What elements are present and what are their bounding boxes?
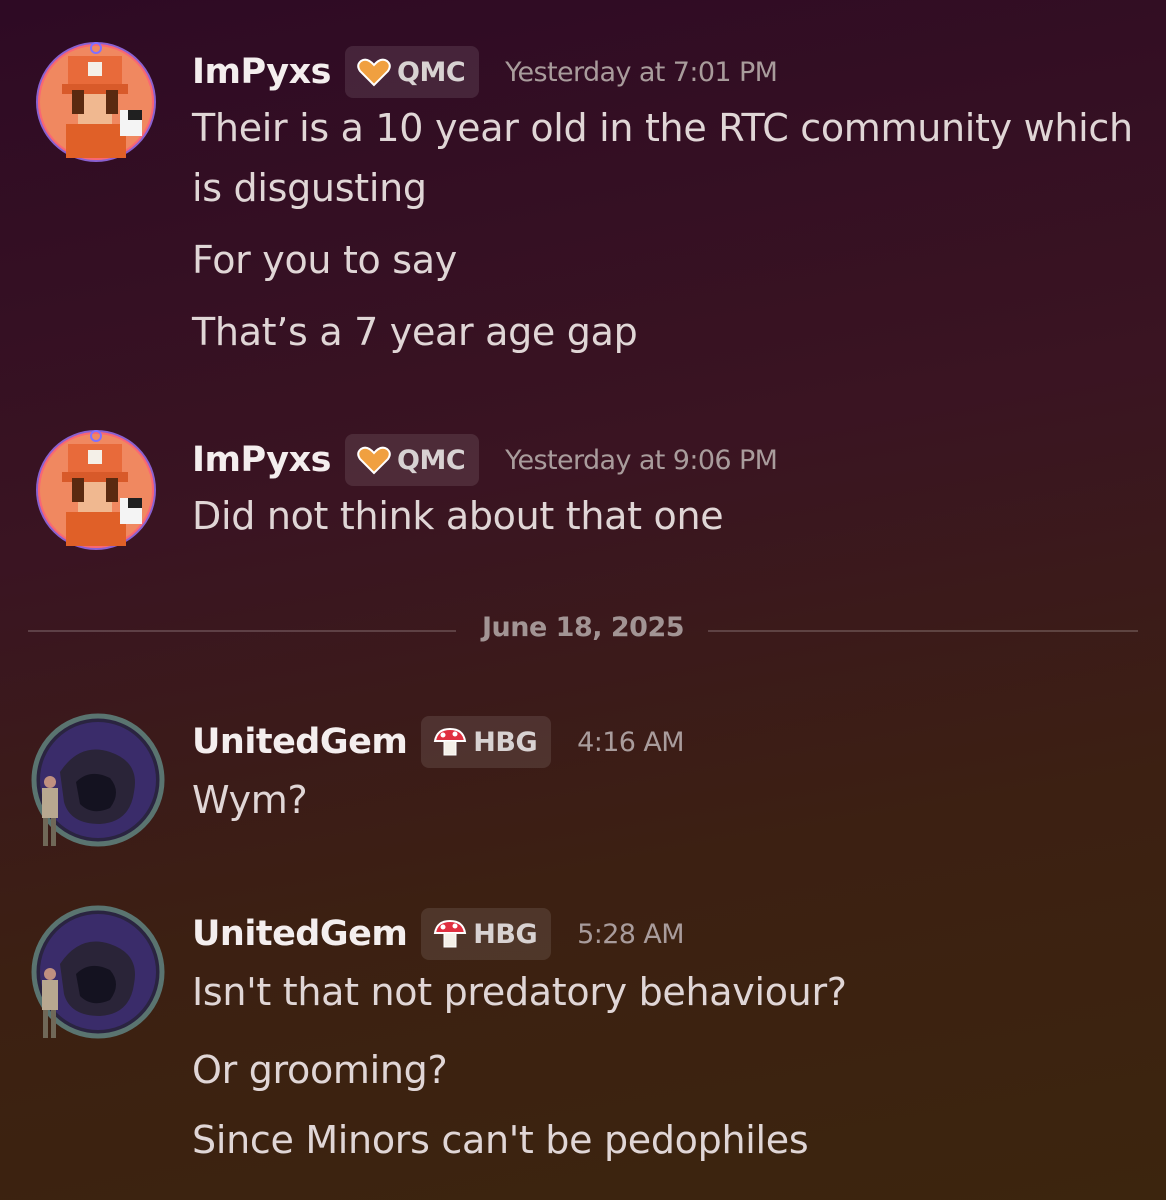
mushroom-icon (433, 727, 467, 757)
message-text: Isn't that not predatory behaviour? (192, 970, 847, 1014)
date-divider-line-left (28, 630, 456, 632)
heart-icon (357, 57, 391, 87)
guild-tag[interactable]: QMC (345, 434, 480, 486)
message-text: Since Minors can't be pedophiles (192, 1118, 809, 1162)
avatar-image (31, 905, 165, 1039)
guild-tag-label: QMC (397, 56, 466, 88)
timestamp: 5:28 AM (577, 918, 684, 950)
date-divider: June 18, 2025 (481, 612, 685, 643)
avatar-image (36, 430, 156, 550)
guild-tag-label: HBG (473, 918, 538, 950)
timestamp: Yesterday at 9:06 PM (505, 444, 778, 476)
user-avatar[interactable] (30, 904, 165, 1039)
username[interactable]: UnitedGem (192, 914, 408, 954)
guild-tag[interactable]: QMC (345, 46, 480, 98)
timestamp: Yesterday at 7:01 PM (505, 56, 778, 88)
username[interactable]: UnitedGem (192, 722, 408, 762)
mushroom-icon (433, 919, 467, 949)
message-header: ImPyxs QMC Yesterday at 9:06 PM (192, 432, 778, 488)
guild-tag-label: HBG (473, 726, 538, 758)
user-avatar[interactable] (30, 712, 165, 847)
message-text: Or grooming? (192, 1048, 448, 1092)
message-text: That’s a 7 year age gap (192, 310, 638, 354)
guild-tag[interactable]: HBG (421, 908, 552, 960)
date-divider-line-right (708, 630, 1138, 632)
message-header: UnitedGem HBG 5:28 AM (192, 906, 685, 962)
guild-tag[interactable]: HBG (421, 716, 552, 768)
message-text: is disgusting (192, 166, 427, 210)
message-header: ImPyxs QMC Yesterday at 7:01 PM (192, 44, 778, 100)
heart-icon (357, 445, 391, 475)
username[interactable]: ImPyxs (192, 52, 332, 92)
username[interactable]: ImPyxs (192, 440, 332, 480)
avatar-image (31, 713, 165, 847)
timestamp: 4:16 AM (577, 726, 684, 758)
avatar-image (36, 42, 156, 162)
user-avatar[interactable] (36, 428, 156, 550)
guild-tag-label: QMC (397, 444, 466, 476)
message-text: For you to say (192, 238, 457, 282)
message-text: Wym? (192, 778, 308, 822)
message-header: UnitedGem HBG 4:16 AM (192, 714, 685, 770)
user-avatar[interactable] (36, 40, 156, 162)
message-text: Their is a 10 year old in the RTC commun… (192, 106, 1133, 150)
message-text: Did not think about that one (192, 494, 724, 538)
